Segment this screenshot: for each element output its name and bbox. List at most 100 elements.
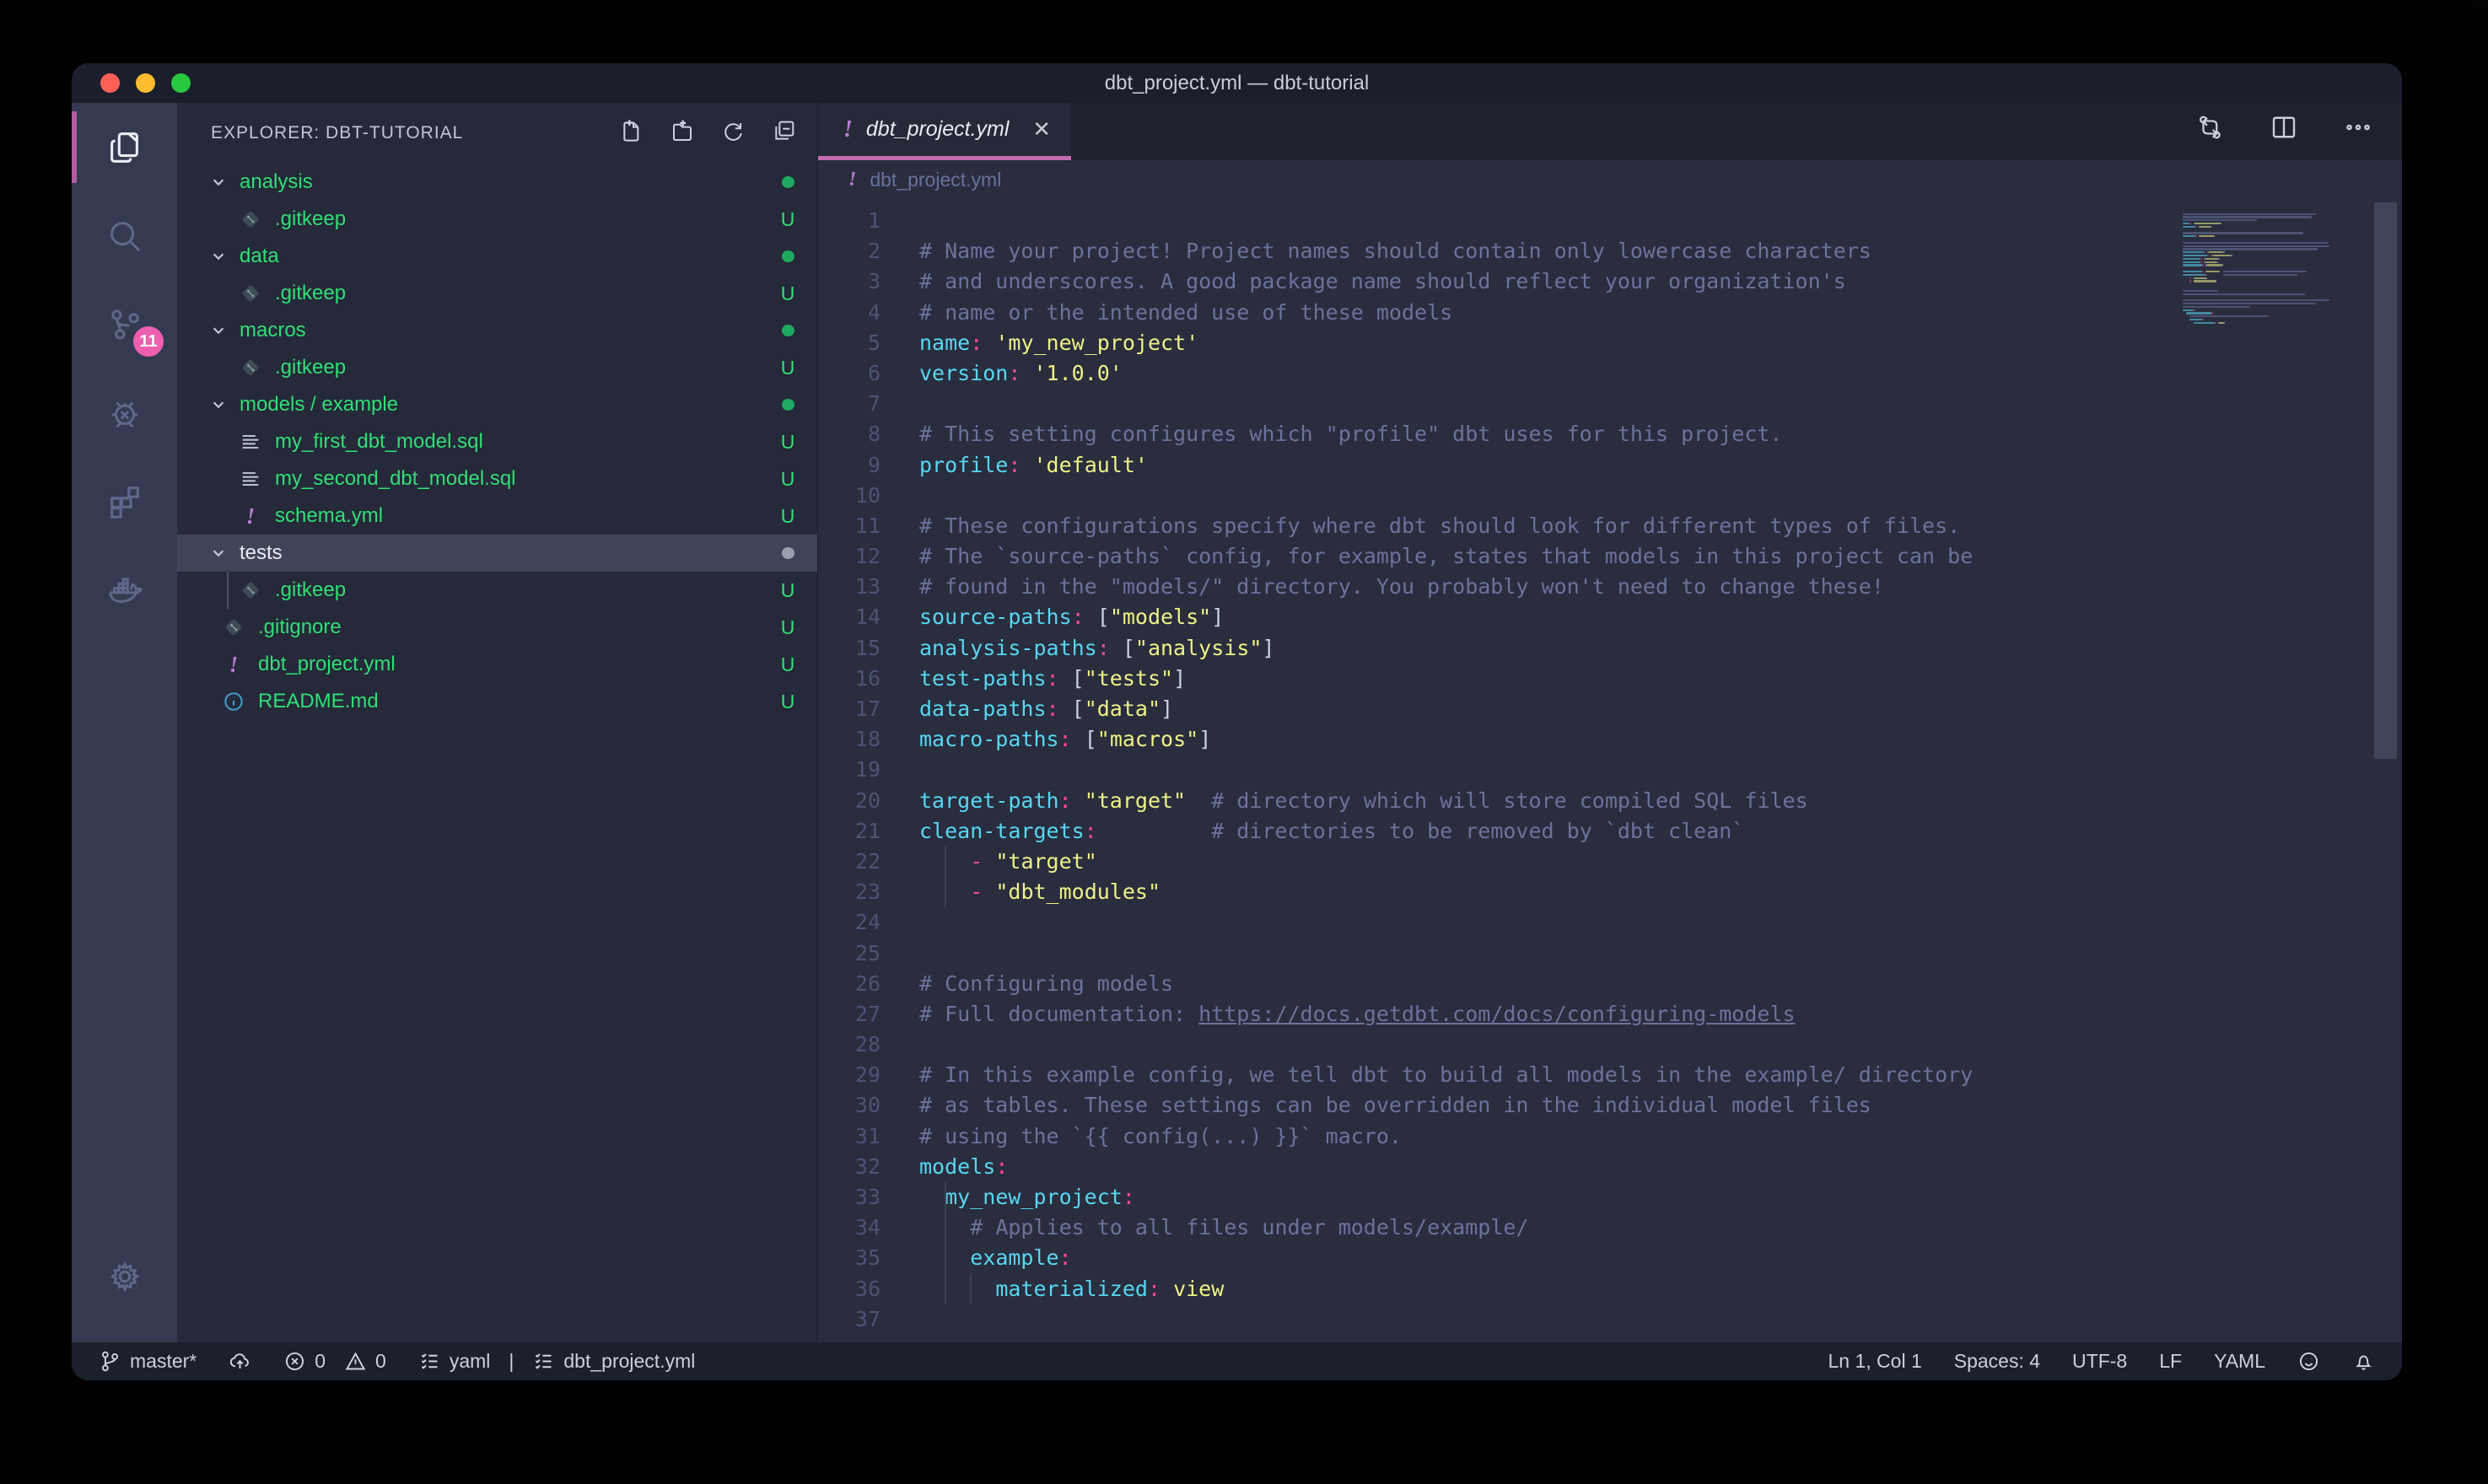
line-number: 9 bbox=[818, 450, 919, 481]
open-changes-icon[interactable] bbox=[2195, 112, 2225, 147]
minimize-window-button[interactable] bbox=[136, 73, 155, 93]
tree-item-label: schema.yml bbox=[275, 504, 758, 528]
new-file-icon[interactable] bbox=[618, 118, 645, 149]
activitybar-source-control-icon[interactable]: 11 bbox=[72, 280, 177, 368]
indent-guide bbox=[945, 1182, 946, 1212]
tree-file-dbt-project-yml[interactable]: !dbt_project.ymlU bbox=[177, 646, 817, 683]
cursor-position[interactable]: Ln 1, Col 1 bbox=[1828, 1350, 1922, 1373]
code-line-33: 33 my_new_project: bbox=[818, 1182, 2402, 1212]
tree-file-my-second-dbt-model-sql[interactable]: my_second_dbt_model.sqlU bbox=[177, 460, 817, 497]
collapse-all-icon[interactable] bbox=[770, 118, 797, 149]
minimap[interactable] bbox=[2183, 209, 2368, 327]
git-status-badge bbox=[758, 325, 817, 336]
line-number: 13 bbox=[818, 572, 919, 602]
info-icon bbox=[222, 690, 245, 713]
git-status-badge: U bbox=[758, 208, 817, 231]
code-editor[interactable]: 12# Name your project! Project names sho… bbox=[818, 199, 2402, 1342]
code-line-13: 13# found in the "models/" directory. Yo… bbox=[818, 572, 2402, 602]
explorer-sidebar: EXPLORER: DBT-TUTORIAL analysis.gitkeepU… bbox=[177, 103, 818, 1342]
split-editor-icon[interactable] bbox=[2269, 112, 2299, 147]
code-line-16: 16test-paths: ["tests"] bbox=[818, 664, 2402, 694]
activitybar-docker-icon[interactable] bbox=[72, 546, 177, 634]
code-line-17: 17data-paths: ["data"] bbox=[818, 694, 2402, 724]
tree-folder-analysis[interactable]: analysis bbox=[177, 164, 817, 201]
refresh-icon[interactable] bbox=[719, 118, 746, 149]
traffic-lights bbox=[100, 63, 191, 103]
smiley-icon bbox=[2297, 1350, 2320, 1373]
close-tab-icon[interactable]: ✕ bbox=[1032, 116, 1051, 142]
settings-gear-icon[interactable] bbox=[72, 1232, 177, 1320]
indent-guide bbox=[945, 1243, 946, 1273]
tree-item-label: my_second_dbt_model.sql bbox=[275, 467, 758, 491]
tree-folder-data[interactable]: data bbox=[177, 238, 817, 275]
git-file-icon bbox=[222, 616, 245, 639]
linter-status[interactable]: yaml | dbt_project.yml bbox=[418, 1350, 696, 1373]
code-line-25: 25 bbox=[818, 938, 2402, 969]
editor-group: ! dbt_project.yml ✕ ! dbt_project.yml 12… bbox=[818, 103, 2402, 1342]
tab-dbt-project-yml[interactable]: ! dbt_project.yml ✕ bbox=[818, 103, 1071, 160]
chevron-down-icon bbox=[207, 320, 229, 341]
eol-setting[interactable]: LF bbox=[2159, 1350, 2182, 1373]
feedback-button[interactable] bbox=[2297, 1350, 2320, 1373]
git-status-badge: U bbox=[758, 653, 817, 676]
git-file-icon bbox=[239, 207, 262, 231]
line-number: 27 bbox=[818, 999, 919, 1030]
breadcrumb[interactable]: ! dbt_project.yml bbox=[818, 160, 2402, 199]
tree-file--gitignore[interactable]: .gitignoreU bbox=[177, 609, 817, 646]
activitybar-debug-icon[interactable] bbox=[72, 368, 177, 457]
close-window-button[interactable] bbox=[100, 73, 120, 93]
tree-file--gitkeep[interactable]: .gitkeepU bbox=[177, 275, 817, 312]
tree-file--gitkeep[interactable]: .gitkeepU bbox=[177, 572, 817, 609]
indent-guide bbox=[945, 1274, 946, 1304]
line-number: 17 bbox=[818, 694, 919, 724]
line-number: 22 bbox=[818, 847, 919, 877]
indent-guide bbox=[945, 877, 946, 907]
checklist-icon bbox=[532, 1350, 555, 1373]
chevron-down-icon bbox=[207, 171, 229, 193]
tree-item-label: .gitkeep bbox=[275, 578, 758, 602]
tree-item-label: .gitkeep bbox=[275, 207, 758, 231]
activitybar-extensions-icon[interactable] bbox=[72, 457, 177, 546]
code-line-4: 4# name or the intended use of these mod… bbox=[818, 298, 2402, 328]
tree-folder-tests[interactable]: tests bbox=[177, 535, 817, 572]
new-folder-icon[interactable] bbox=[669, 118, 696, 149]
language-mode[interactable]: YAML bbox=[2214, 1350, 2265, 1373]
tree-folder-macros[interactable]: macros bbox=[177, 312, 817, 349]
separator: | bbox=[509, 1350, 514, 1373]
indentation-setting[interactable]: Spaces: 4 bbox=[1954, 1350, 2040, 1373]
tree-file--gitkeep[interactable]: .gitkeepU bbox=[177, 201, 817, 238]
git-file-icon bbox=[239, 578, 262, 602]
line-number: 33 bbox=[818, 1182, 919, 1212]
tree-file--gitkeep[interactable]: .gitkeepU bbox=[177, 349, 817, 386]
problems-status[interactable]: 0 0 bbox=[283, 1350, 386, 1373]
tree-item-label: tests bbox=[240, 541, 758, 565]
tree-item-label: dbt_project.yml bbox=[258, 653, 758, 676]
indent-guide bbox=[945, 1212, 946, 1243]
tree-file-my-first-dbt-model-sql[interactable]: my_first_dbt_model.sqlU bbox=[177, 423, 817, 460]
notifications-button[interactable] bbox=[2352, 1350, 2375, 1373]
tab-label: dbt_project.yml bbox=[866, 117, 1019, 142]
indent-guide bbox=[970, 1274, 972, 1304]
tree-file-schema-yml[interactable]: !schema.ymlU bbox=[177, 497, 817, 535]
title-bar: dbt_project.yml — dbt-tutorial bbox=[72, 63, 2402, 103]
code-line-36: 36 materialized: view bbox=[818, 1274, 2402, 1304]
code-line-23: 23 - "dbt_modules" bbox=[818, 877, 2402, 907]
more-actions-icon[interactable] bbox=[2343, 112, 2373, 147]
tree-folder-models-example[interactable]: models / example bbox=[177, 386, 817, 423]
git-branch-status[interactable]: master* bbox=[99, 1350, 197, 1373]
sync-changes-button[interactable] bbox=[229, 1350, 251, 1373]
bell-icon bbox=[2352, 1350, 2375, 1373]
tree-file-readme-md[interactable]: README.mdU bbox=[177, 683, 817, 720]
line-number: 37 bbox=[818, 1304, 919, 1335]
code-line-10: 10 bbox=[818, 481, 2402, 511]
tab-bar: ! dbt_project.yml ✕ bbox=[818, 103, 2402, 160]
line-number: 11 bbox=[818, 511, 919, 541]
code-line-22: 22 - "target" bbox=[818, 847, 2402, 877]
chevron-down-icon bbox=[207, 394, 229, 416]
activitybar-files-icon[interactable] bbox=[72, 103, 177, 191]
vertical-scrollbar[interactable] bbox=[2374, 202, 2397, 759]
activitybar-search-icon[interactable] bbox=[72, 191, 177, 280]
encoding-setting[interactable]: UTF-8 bbox=[2072, 1350, 2127, 1373]
tree-item-label: data bbox=[240, 245, 758, 268]
zoom-window-button[interactable] bbox=[171, 73, 191, 93]
